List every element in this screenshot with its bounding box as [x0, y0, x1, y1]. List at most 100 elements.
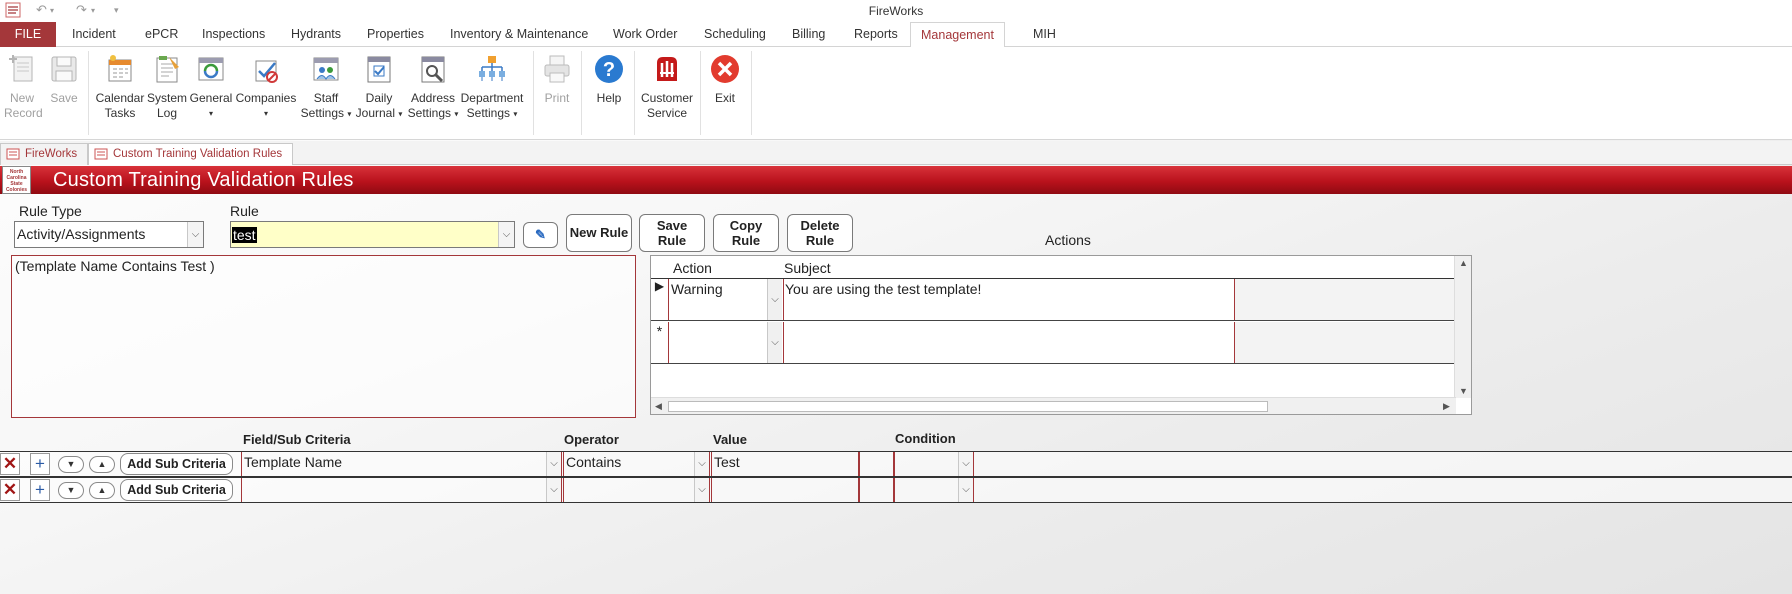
print-button[interactable]: Print [540, 53, 574, 106]
chevron-down-icon[interactable]: ⌵ [187, 222, 203, 247]
tab-properties[interactable]: Properties [357, 22, 434, 47]
help-button[interactable]: ? Help [590, 53, 628, 106]
general-button[interactable]: General ▾ [189, 53, 233, 121]
form-header: North Carolina State Colonies Custom Traini… [0, 166, 1792, 194]
chevron-down-icon[interactable]: ⌵ [694, 452, 709, 476]
exit-button[interactable]: Exit [708, 53, 742, 106]
tab-reports[interactable]: Reports [844, 22, 908, 47]
department-logo: North Carolina State Colonies [2, 166, 31, 194]
horizontal-scrollbar[interactable]: ◀ ▶ [651, 397, 1456, 414]
add-sub-criteria-button[interactable]: Add Sub Criteria [120, 453, 233, 475]
window-title: FireWorks [868, 4, 924, 18]
chevron-down-icon[interactable]: ⌵ [767, 279, 782, 320]
tab-work-order[interactable]: Work Order [603, 22, 687, 47]
form-icon [94, 148, 108, 160]
edit-rule-button[interactable]: ✎ [523, 222, 558, 248]
chevron-down-icon[interactable]: ⌵ [546, 478, 561, 502]
rule-select[interactable]: test ⌵ [230, 221, 515, 248]
doc-tab-fireworks[interactable]: FireWorks [0, 143, 89, 165]
add-criteria-button[interactable]: + [30, 453, 50, 475]
move-down-button[interactable]: ▼ [58, 456, 84, 473]
tab-billing[interactable]: Billing [782, 22, 835, 47]
delete-rule-button[interactable]: Delete Rule [787, 214, 853, 252]
action-cell[interactable]: Warning [670, 279, 768, 320]
new-record-button[interactable]: New Record [4, 53, 43, 121]
chevron-down-icon[interactable]: ⌵ [694, 478, 709, 502]
close-icon: ✕ [2, 454, 18, 473]
value-header: Value [713, 432, 747, 447]
field-select[interactable] [241, 478, 562, 502]
operator-select[interactable] [563, 478, 710, 502]
add-sub-criteria-button[interactable]: Add Sub Criteria [120, 479, 233, 501]
chevron-down-icon[interactable]: ⌵ [498, 222, 514, 247]
criteria-row: ✕ + ▼ ▲ Add Sub Criteria Template Name ⌵… [0, 451, 1792, 477]
move-up-button[interactable]: ▲ [89, 456, 115, 473]
chevron-down-icon[interactable]: ⌵ [546, 452, 561, 476]
table-row[interactable]: ▶ Warning ⌵ You are using the test templ… [651, 279, 1456, 321]
move-down-button[interactable]: ▼ [58, 482, 84, 499]
pencil-icon: ✎ [535, 227, 546, 242]
calendar-tasks-button[interactable]: Calendar Tasks [94, 53, 146, 121]
field-select[interactable]: Template Name [241, 452, 562, 476]
move-up-button[interactable]: ▲ [89, 482, 115, 499]
current-record-icon[interactable]: ▶ [651, 279, 669, 320]
customer-service-button[interactable]: Customer Service [638, 53, 696, 121]
copy-rule-button[interactable]: Copy Rule [713, 214, 779, 252]
tab-file[interactable]: FILE [0, 22, 56, 47]
condition-header: Condition [895, 431, 956, 446]
remove-criteria-button[interactable]: ✕ [0, 479, 20, 501]
operator-select[interactable]: Contains [563, 452, 710, 476]
new-rule-button[interactable]: New Rule [566, 214, 632, 252]
tab-hydrants[interactable]: Hydrants [281, 22, 351, 47]
chevron-up-icon: ▲ [97, 485, 107, 495]
tab-mih[interactable]: MIH [1023, 22, 1066, 47]
scroll-left-icon[interactable]: ◀ [655, 401, 662, 412]
plus-icon: + [35, 480, 45, 499]
customer-service-icon [657, 57, 677, 81]
chevron-down-icon: ▼ [66, 459, 76, 469]
value-field[interactable]: Test [711, 452, 859, 476]
tab-epcr[interactable]: ePCR [135, 22, 188, 47]
chevron-down-icon[interactable]: ⌵ [958, 452, 973, 476]
tab-inventory-maintenance[interactable]: Inventory & Maintenance [440, 22, 598, 47]
chevron-down-icon[interactable]: ⌵ [958, 478, 973, 502]
rule-label: Rule [230, 203, 259, 219]
save-button[interactable]: Save [47, 53, 81, 106]
table-row-new[interactable]: * ⌵ [651, 322, 1456, 364]
title-bar: ↶ ▾ ↷ ▾ ▾ FireWorks [0, 0, 1792, 22]
tab-incident[interactable]: Incident [62, 22, 126, 47]
subject-column-header: Subject [784, 260, 831, 276]
tab-management[interactable]: Management [910, 22, 1005, 48]
system-log-button[interactable]: System Log [145, 53, 189, 121]
department-settings-button[interactable]: Department Settings ▾ [457, 53, 527, 121]
rule-type-select[interactable]: Activity/Assignments ⌵ [14, 221, 204, 248]
doc-tab-custom-training-validation-rules[interactable]: Custom Training Validation Rules [88, 143, 294, 165]
chevron-down-icon[interactable]: ⌵ [767, 322, 782, 363]
value-field[interactable] [711, 478, 859, 502]
new-record-icon[interactable]: * [651, 322, 669, 363]
companies-button[interactable]: Companies ▾ [235, 53, 297, 121]
scrollbar-thumb[interactable] [668, 401, 1268, 412]
daily-journal-dropdown-icon: ▾ [398, 109, 403, 119]
save-icon [51, 56, 77, 82]
field-sub-criteria-header: Field/Sub Criteria [243, 432, 351, 447]
save-rule-button[interactable]: Save Rule [639, 214, 705, 252]
scroll-down-icon[interactable]: ▼ [1459, 386, 1468, 396]
action-cell[interactable] [670, 322, 768, 363]
tab-inspections[interactable]: Inspections [192, 22, 275, 47]
subject-cell[interactable] [783, 322, 1235, 363]
rule-expression-box[interactable]: (Template Name Contains Test ) [11, 255, 636, 418]
scroll-right-icon[interactable]: ▶ [1443, 401, 1450, 412]
scroll-up-icon[interactable]: ▲ [1459, 258, 1468, 268]
subject-cell[interactable]: You are using the test template! [783, 279, 1235, 320]
help-icon: ? [595, 55, 623, 83]
daily-journal-button[interactable]: Daily Journal ▾ [351, 53, 407, 121]
vertical-scrollbar[interactable]: ▲ ▼ [1454, 256, 1471, 398]
tab-scheduling[interactable]: Scheduling [694, 22, 776, 47]
add-criteria-button[interactable]: + [30, 479, 50, 501]
remove-criteria-button[interactable]: ✕ [0, 453, 20, 475]
spacer-cell [859, 478, 894, 502]
address-settings-button[interactable]: Address Settings ▾ [405, 53, 461, 121]
document-tabs: FireWorks Custom Training Validation Rul… [0, 141, 1792, 165]
staff-settings-button[interactable]: Staff Settings ▾ [298, 53, 354, 121]
